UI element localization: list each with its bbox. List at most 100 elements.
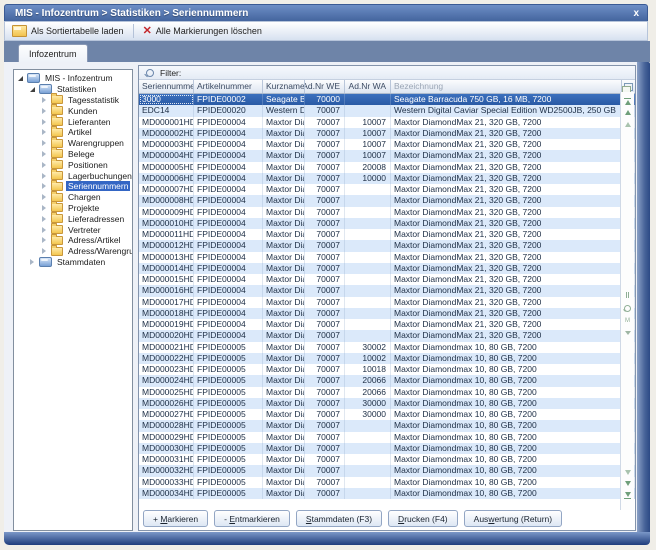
table-row[interactable]: MD000028HDFPIDE00005Maxtor Dia70007Maxto… [139,420,635,431]
scroll-up-icon[interactable] [621,110,634,115]
sidebar-item-mis-infozentrum[interactable]: MIS - Infozentrum [14,73,132,84]
table-row[interactable]: MD000027HDFPIDE00005Maxtor Dia7000730000… [139,409,635,420]
sidebar-item-positionen[interactable]: Positionen [14,159,132,170]
sidebar-item-lagerbuchungen[interactable]: Lagerbuchungen [14,170,132,181]
table-row[interactable]: MD000024HDFPIDE00005Maxtor Dia7000720066… [139,375,635,386]
expand-arrow-icon[interactable] [42,205,46,211]
column-header-adnr-wa[interactable]: Ad.Nr WA [345,80,391,93]
table-row[interactable]: MD000029HDFPIDE00005Maxtor Dia70007Maxto… [139,432,635,443]
expand-arrow-icon[interactable] [42,140,46,146]
sidebar-item-projekte[interactable]: Projekte [14,203,132,214]
table-row[interactable]: MD000003HDFPIDE00004Maxtor Dia7000710007… [139,139,635,150]
sidebar-item-warengruppen[interactable]: Warengruppen [14,138,132,149]
mark-button[interactable]: + Markieren [143,510,208,527]
scroll-down-icon[interactable] [621,481,634,486]
marker-icon[interactable]: M [621,318,634,324]
search-icon[interactable] [621,305,634,312]
table-row[interactable]: MD000005HDFPIDE00004Maxtor Dia7000720008… [139,162,635,173]
table-row[interactable]: MD000021HDFPIDE00005Maxtor Dia7000730002… [139,342,635,353]
scroll-to-bottom-icon[interactable] [621,492,634,499]
expand-arrow-icon[interactable] [30,259,34,265]
sidebar-item-seriennummern[interactable]: Seriennummern [14,181,132,192]
expand-arrow-icon[interactable] [42,183,46,189]
column-header-adnr-we[interactable]: Ad.Nr WE [305,80,345,93]
sidebar-item-tagesstatistik[interactable]: Tagesstatistik [14,95,132,106]
sidebar-item-stammdaten[interactable]: Stammdaten [14,257,132,268]
columns-icon[interactable] [621,292,634,298]
expand-arrow-icon[interactable] [42,162,46,168]
sidebar-item-kunden[interactable]: Kunden [14,105,132,116]
table-row[interactable]: EDC14FPIDE00020Western Di70007Western Di… [139,105,635,116]
column-header-kurzname[interactable]: Kurzname [263,80,305,93]
unmark-button[interactable]: - Entmarkieren [214,510,290,527]
expand-arrow-icon[interactable] [42,173,46,179]
sidebar-item-lieferanten[interactable]: Lieferanten [14,116,132,127]
table-row[interactable]: MD000009HDFPIDE00004Maxtor Dia70007Maxto… [139,207,635,218]
close-icon[interactable]: x [625,8,647,19]
expand-arrow-icon[interactable] [42,194,46,200]
filter-icon[interactable] [621,331,634,335]
expand-arrow-icon[interactable] [42,248,46,254]
expand-arrow-icon[interactable] [42,237,46,243]
table-row[interactable]: MD000015HDFPIDE00004Maxtor Dia70007Maxto… [139,274,635,285]
page-down-icon[interactable] [621,470,634,475]
table-row[interactable]: MD000013HDFPIDE00004Maxtor Dia70007Maxto… [139,252,635,263]
table-row[interactable]: MD000002HDFPIDE00004Maxtor Dia7000710007… [139,128,635,139]
expand-arrow-icon[interactable] [42,108,46,114]
sidebar-item-artikel[interactable]: Artikel [14,127,132,138]
expand-arrow-icon[interactable] [42,119,46,125]
table-row[interactable]: MD000026HDFPIDE00005Maxtor Dia7000730000… [139,398,635,409]
table-row[interactable]: MD000008HDFPIDE00004Maxtor Dia70007Maxto… [139,195,635,206]
sidebar-item-statistiken[interactable]: Statistiken [14,84,132,95]
expand-arrow-icon[interactable] [42,216,46,222]
collapse-arrow-icon[interactable] [30,87,35,92]
sidebar-item-belege[interactable]: Belege [14,149,132,160]
table-row[interactable]: MD000016HDFPIDE00004Maxtor Dia70007Maxto… [139,285,635,296]
scroll-to-top-icon[interactable] [621,98,634,105]
column-header-seriennummer[interactable]: Seriennummer ▼ [139,80,194,93]
table-row[interactable]: MD000014HDFPIDE00004Maxtor Dia70007Maxto… [139,263,635,274]
expand-arrow-icon[interactable] [42,151,46,157]
clear-marks-button[interactable]: ✕ Alle Markierungen löschen [136,23,269,39]
evaluation-button[interactable]: Auswertung (Return) [464,510,562,527]
stammdaten-button[interactable]: Stammdaten (F3) [296,510,382,527]
table-row[interactable]: MD000004HDFPIDE00004Maxtor Dia7000710007… [139,150,635,161]
filter-row[interactable]: Filter: [139,66,635,80]
table-row[interactable]: MD000030HDFPIDE00005Maxtor Dia70007Maxto… [139,443,635,454]
table-row[interactable]: MD000032HDFPIDE00005Maxtor Dia70007Maxto… [139,465,635,476]
column-header-bezeichnung[interactable]: Bezeichnung [391,80,622,93]
sidebar-item-chargen[interactable]: Chargen [14,192,132,203]
table-row[interactable]: MD000025HDFPIDE00005Maxtor Dia7000720066… [139,387,635,398]
tree-item-label: Stammdaten [55,257,107,267]
expand-arrow-icon[interactable] [42,129,46,135]
load-sort-table-button[interactable]: Als Sortiertabelle laden [5,23,131,39]
table-row[interactable]: MD000017HDFPIDE00004Maxtor Dia70007Maxto… [139,297,635,308]
tab-infozentrum[interactable]: Infozentrum [18,44,88,62]
sidebar-item-vertreter[interactable]: Vertreter [14,224,132,235]
table-row[interactable]: MD000012HDFPIDE00004Maxtor Dia70007Maxto… [139,240,635,251]
table-row[interactable]: MD000034HDFPIDE00005Maxtor Dia70007Maxto… [139,488,635,499]
page-up-icon[interactable] [621,122,634,127]
table-row[interactable]: MD000031HDFPIDE00005Maxtor Dia70007Maxto… [139,454,635,465]
grid-side-scroll-strip[interactable]: M [620,92,634,510]
table-row[interactable]: MD000001HDFPIDE00004Maxtor Dia7000710007… [139,117,635,128]
sidebar-item-adress-warengruppen[interactable]: Adress/Warengruppen [14,246,132,257]
print-button[interactable]: Drucken (F4) [388,510,458,527]
table-row[interactable]: MD000022HDFPIDE00005Maxtor Dia7000710002… [139,353,635,364]
table-row[interactable]: MD000007HDFPIDE00004Maxtor Dia70007Maxto… [139,184,635,195]
table-row[interactable]: MD000033HDFPIDE00005Maxtor Dia70007Maxto… [139,477,635,488]
sidebar-item-lieferadressen[interactable]: Lieferadressen [14,213,132,224]
expand-arrow-icon[interactable] [42,227,46,233]
table-row[interactable]: MD000018HDFPIDE00004Maxtor Dia70007Maxto… [139,308,635,319]
table-row[interactable]: 3000FPIDE00002Seagate Ba70000Seagate Bar… [139,94,635,105]
table-row[interactable]: MD000019HDFPIDE00004Maxtor Dia70007Maxto… [139,319,635,330]
expand-arrow-icon[interactable] [42,97,46,103]
table-row[interactable]: MD000023HDFPIDE00005Maxtor Dia7000710018… [139,364,635,375]
table-row[interactable]: MD000010HDFPIDE00004Maxtor Dia70007Maxto… [139,218,635,229]
table-row[interactable]: MD000020HDFPIDE00004Maxtor Dia70007Maxto… [139,330,635,341]
column-header-artikelnummer[interactable]: Artikelnummer [194,80,263,93]
table-row[interactable]: MD000011HDFPIDE00004Maxtor Dia70007Maxto… [139,229,635,240]
table-row[interactable]: MD000006HDFPIDE00004Maxtor Dia7000710000… [139,173,635,184]
sidebar-item-adress-artikel[interactable]: Adress/Artikel [14,235,132,246]
collapse-arrow-icon[interactable] [18,76,23,81]
